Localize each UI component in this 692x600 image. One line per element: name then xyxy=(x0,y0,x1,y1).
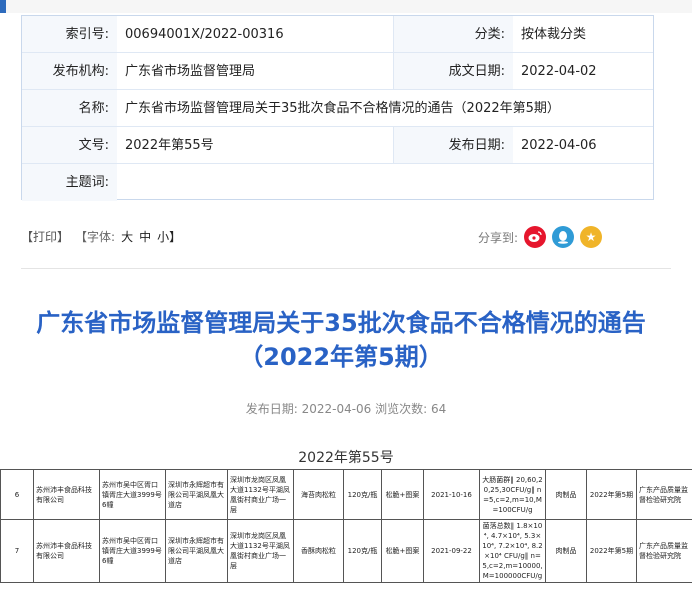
font-medium-link[interactable]: 中 xyxy=(139,228,151,245)
cell-issue: 2022年第5期 xyxy=(586,469,637,520)
cell-type: 肉制品 xyxy=(545,469,587,520)
publisher-label: 发布机构: xyxy=(22,53,117,89)
cell-brand: 松脆+图案 xyxy=(381,469,424,520)
cell-seller: 深圳市永辉超市有限公司平湖凤凰大道店 xyxy=(165,519,228,583)
cell-producer: 苏州沛丰食品科技有限公司 xyxy=(33,469,100,520)
divider xyxy=(21,268,671,269)
table-row: 6 苏州沛丰食品科技有限公司 苏州市吴中区胥口镇胥庄大道3999号6幢 深圳市永… xyxy=(0,469,692,520)
cell-no: 6 xyxy=(0,469,34,520)
category-label: 分类: xyxy=(393,16,513,52)
cell-agency: 广东产品质量监督检验研究院 xyxy=(636,469,692,520)
cell-brand: 松脆+图案 xyxy=(381,519,424,583)
cell-product: 海苔肉松粒 xyxy=(293,469,344,520)
table-row: 7 苏州沛丰食品科技有限公司 苏州市吴中区胥口镇胥庄大道3999号6幢 深圳市永… xyxy=(0,519,692,583)
cell-item: 菌落总数‖ 1.8×10⁴, 4.7×10⁴, 5.3×10⁴, 7.2×10⁴… xyxy=(479,519,546,583)
index-value: 00694001X/2022-00316 xyxy=(125,27,284,42)
meta-row-name: 名称: 广东省市场监督管理局关于35批次食品不合格情况的通告（2022年第5期） xyxy=(22,90,653,127)
share-label: 分享到: xyxy=(478,230,519,245)
written-date-label: 成文日期: xyxy=(393,53,513,89)
cell-agency: 广东产品质量监督检验研究院 xyxy=(636,519,692,583)
cell-seller-addr: 深圳市龙岗区凤凰大道1132号平湖凤凰街村商业广场一层 xyxy=(227,469,294,520)
cell-no: 7 xyxy=(0,519,34,583)
cell-type: 肉制品 xyxy=(545,519,587,583)
index-label: 索引号: xyxy=(22,16,117,52)
keywords-label: 主题词: xyxy=(22,164,117,201)
cell-producer-addr: 苏州市吴中区胥口镇胥庄大道3999号6幢 xyxy=(99,519,166,583)
meta-row-docno: 文号: 2022年第55号 发布日期: 2022-04-06 xyxy=(22,127,653,164)
weibo-icon[interactable] xyxy=(524,226,547,248)
article-pubinfo: 发布日期: 2022-04-06 浏览次数: 64 xyxy=(245,402,447,416)
cell-product: 香酥肉松粒 xyxy=(293,519,344,583)
meta-row-keywords: 主题词: xyxy=(22,164,653,201)
meta-row-publisher: 发布机构: 广东省市场监督管理局 成文日期: 2022-04-02 xyxy=(22,53,653,90)
name-value: 广东省市场监督管理局关于35批次食品不合格情况的通告（2022年第5期） xyxy=(125,101,560,116)
font-small-link[interactable]: 小】 xyxy=(157,228,181,245)
toolbar: 【打印】 【字体: 大 中 小】 xyxy=(21,228,181,245)
cell-spec: 120克/瓶 xyxy=(343,519,382,583)
article-docno: 2022年第55号 xyxy=(298,450,394,466)
docno-value: 2022年第55号 xyxy=(125,138,214,153)
star-icon[interactable]: ★ xyxy=(580,226,603,248)
metadata-table: 索引号: 00694001X/2022-00316 分类: 按体裁分类 发布机构… xyxy=(21,15,654,201)
written-date-value: 2022-04-02 xyxy=(521,64,597,79)
keywords-value xyxy=(117,164,653,201)
top-bar xyxy=(0,0,692,13)
category-value: 按体裁分类 xyxy=(521,27,587,42)
cell-item: 大肠菌群‖ 20,60,20,25,30CFU/g‖ n=5,c=2,m=10,… xyxy=(479,469,546,520)
cell-issue: 2022年第5期 xyxy=(586,519,637,583)
cell-spec: 120克/瓶 xyxy=(343,469,382,520)
cell-date: 2021-09-22 xyxy=(423,519,480,583)
font-label: 【字体: xyxy=(75,230,116,244)
font-large-link[interactable]: 大 xyxy=(121,228,133,245)
result-table: 6 苏州沛丰食品科技有限公司 苏州市吴中区胥口镇胥庄大道3999号6幢 深圳市永… xyxy=(0,469,692,583)
qq-icon[interactable] xyxy=(552,226,575,248)
publish-date-value: 2022-04-06 xyxy=(521,138,597,153)
meta-row-index: 索引号: 00694001X/2022-00316 分类: 按体裁分类 xyxy=(22,16,653,53)
cell-producer-addr: 苏州市吴中区胥口镇胥庄大道3999号6幢 xyxy=(99,469,166,520)
share-bar: 分享到: ★ xyxy=(478,226,603,248)
publish-date-label: 发布日期: xyxy=(393,127,513,163)
name-label: 名称: xyxy=(22,90,117,126)
article-title: 广东省市场监督管理局关于35批次食品不合格情况的通告（2022年第5期） xyxy=(36,309,646,371)
cell-date: 2021-10-16 xyxy=(423,469,480,520)
cell-seller: 深圳市永辉超市有限公司平湖凤凰大道店 xyxy=(165,469,228,520)
publisher-value: 广东省市场监督管理局 xyxy=(125,64,256,79)
cell-producer: 苏州沛丰食品科技有限公司 xyxy=(33,519,100,583)
print-link[interactable]: 【打印】 xyxy=(21,228,69,245)
cell-seller-addr: 深圳市龙岗区凤凰大道1132号平湖凤凰街村商业广场一层 xyxy=(227,519,294,583)
docno-label: 文号: xyxy=(22,127,117,163)
top-accent xyxy=(0,0,6,13)
